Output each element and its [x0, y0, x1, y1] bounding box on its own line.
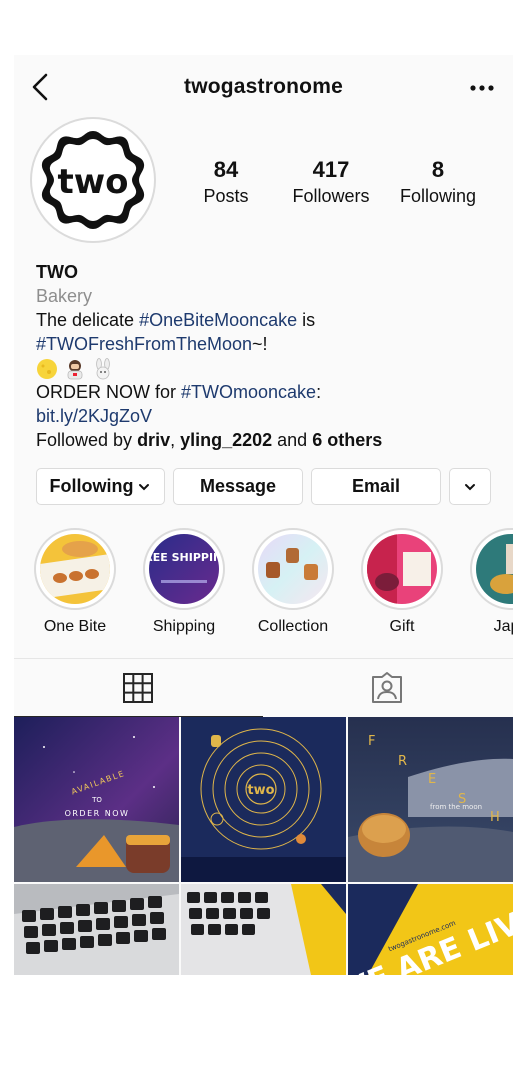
following-count-label: Following — [399, 186, 477, 206]
tab-tagged[interactable] — [264, 659, 513, 717]
highlight-cover: FREE SHIPPING — [143, 528, 225, 610]
highlight-shipping[interactable]: FREE SHIPPING Shipping — [139, 528, 229, 636]
followed-by[interactable]: Followed by driv, yling_2202 and 6 other… — [36, 428, 506, 452]
posts-count-value: 84 — [213, 157, 239, 182]
highlight-japan[interactable]: Japa — [466, 528, 513, 636]
post-image: AVAILABLE TO ORDER NOW — [14, 717, 179, 882]
highlight-one-bite[interactable]: One Bite — [30, 528, 120, 636]
post-image: F R E S H from the moon — [348, 717, 513, 882]
message-button[interactable]: Message — [173, 468, 303, 505]
svg-text:from the moon: from the moon — [430, 803, 482, 811]
more-options-icon[interactable] — [465, 73, 499, 103]
post-fresh-from-the-moon[interactable]: F R E S H from the moon — [348, 717, 513, 882]
svg-text:ORDER NOW: ORDER NOW — [65, 809, 130, 818]
post-available-to-order[interactable]: AVAILABLE TO ORDER NOW — [14, 717, 179, 882]
profile-username-title: twogastronome — [184, 75, 343, 98]
profile-avatar[interactable]: two — [30, 117, 156, 243]
followers-count-value: 417 — [312, 157, 350, 182]
suggested-accounts-button[interactable] — [449, 468, 491, 505]
bio-line-2: #TWOFreshFromTheMoon~! — [36, 334, 268, 354]
svg-text:TO: TO — [91, 796, 102, 804]
bio-link[interactable]: bit.ly/2KJgZoV — [36, 406, 152, 426]
following-count-value: 8 — [431, 157, 445, 182]
mooncake-plate-image — [40, 534, 110, 604]
followers-count[interactable]: 417 Followers — [281, 157, 381, 207]
email-button-label: Email — [351, 476, 401, 496]
post-image: WE ARE LIVE! twogastronome.com — [348, 884, 513, 975]
hashtag-twomooncake[interactable]: #TWOmooncake — [181, 382, 316, 402]
svg-text:R: R — [398, 754, 407, 769]
message-button-label: Message — [199, 476, 277, 496]
email-button[interactable]: Email — [311, 468, 441, 505]
profile-tabs — [14, 658, 513, 717]
svg-text:E: E — [428, 772, 436, 787]
following-button-label: Following — [49, 476, 134, 496]
free-shipping-image: FREE SHIPPING — [149, 534, 219, 604]
highlight-label: One Bite — [43, 618, 107, 635]
following-count[interactable]: 8 Following — [388, 157, 488, 207]
chevron-down-icon — [139, 483, 150, 490]
followers-count-label: Followers — [292, 186, 370, 206]
svg-text:FREE SHIPPING: FREE SHIPPING — [149, 551, 219, 564]
posts-grid: AVAILABLE TO ORDER NOW two F R E S H fro… — [14, 717, 513, 975]
tagged-person-icon — [372, 672, 402, 703]
hashtag-twofreshfromthemoon[interactable]: #TWOFreshFromTheMoon — [36, 334, 252, 354]
bio-line-1: The delicate #OneBiteMooncake is — [36, 310, 316, 330]
gift-box-image — [367, 534, 437, 604]
posts-count-label: Posts — [203, 186, 249, 206]
posts-count[interactable]: 84 Posts — [176, 157, 276, 207]
bio-order-line: ORDER NOW for #TWOmooncake: — [36, 382, 322, 402]
mooncake-collection-image — [258, 534, 328, 604]
highlight-cover — [252, 528, 334, 610]
moon-emoji-icon — [37, 359, 57, 380]
profile-category: Bakery — [36, 286, 93, 306]
grid-icon — [123, 673, 153, 703]
highlight-cover — [361, 528, 443, 610]
two-logo-avatar: two — [38, 125, 148, 235]
profile-display-name: TWO — [36, 262, 78, 282]
svg-text:two: two — [57, 162, 128, 202]
japan-highlight-image — [476, 534, 513, 604]
highlight-cover — [34, 528, 116, 610]
post-we-are-live[interactable]: WE ARE LIVE! twogastronome.com — [348, 884, 513, 975]
post-image: two — [181, 717, 346, 882]
hashtag-onebitemooncake[interactable]: #OneBiteMooncake — [139, 310, 297, 330]
post-laptop-keyboard[interactable] — [14, 884, 179, 975]
chevron-down-icon — [465, 483, 475, 490]
highlight-label: Shipping — [152, 618, 216, 635]
astronaut-emoji-icon — [67, 360, 83, 380]
highlight-label: Collection — [257, 618, 329, 635]
following-button[interactable]: Following — [36, 468, 165, 505]
svg-text:F: F — [368, 734, 375, 749]
highlight-cover — [470, 528, 513, 610]
instagram-profile-screen: twogastronome two 84 Posts 417 Followers… — [14, 55, 513, 975]
highlight-label: Gift — [389, 618, 415, 635]
highlight-label: Japa — [493, 618, 513, 635]
highlight-collection[interactable]: Collection — [248, 528, 338, 636]
bio-emoji-line — [36, 356, 506, 380]
post-image — [181, 884, 346, 975]
tab-grid[interactable] — [14, 659, 263, 717]
profile-bio: TWO Bakery The delicate #OneBiteMooncake… — [36, 260, 506, 452]
svg-text:H: H — [490, 810, 500, 825]
svg-text:two: two — [247, 783, 274, 798]
post-two-orbit[interactable]: two — [181, 717, 346, 882]
rabbit-emoji-icon — [96, 358, 110, 380]
top-bar: twogastronome — [14, 55, 513, 121]
post-laptop-keyboard-2[interactable] — [181, 884, 346, 975]
post-image — [14, 884, 179, 975]
highlight-gift[interactable]: Gift — [357, 528, 447, 636]
